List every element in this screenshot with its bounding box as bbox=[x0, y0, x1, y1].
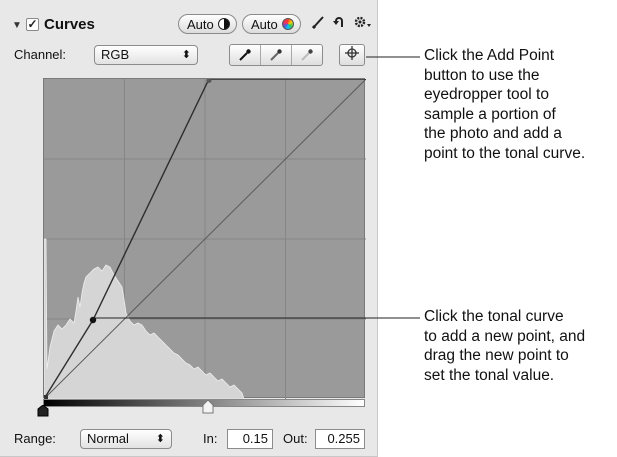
callout-line: sample a portion of bbox=[424, 105, 556, 123]
callout-line: to add a new point, and bbox=[424, 327, 586, 345]
tonal-curve-callout: Click the tonal curve to add a new point… bbox=[424, 307, 585, 385]
callout-line: drag the new point to bbox=[424, 347, 569, 364]
callout-line: the photo and add a bbox=[424, 125, 562, 142]
callout-line: Click the Add Point bbox=[424, 47, 555, 64]
callout-line: button to use the bbox=[424, 66, 540, 84]
callout-line: point to the tonal curve. bbox=[424, 144, 586, 162]
callout-line: Click the tonal curve bbox=[424, 308, 564, 325]
callout-line: set the tonal value. bbox=[424, 366, 555, 384]
add-point-callout: Click the Add Point button to use the ey… bbox=[424, 46, 585, 163]
callout-line: eyedropper tool to bbox=[424, 86, 549, 103]
